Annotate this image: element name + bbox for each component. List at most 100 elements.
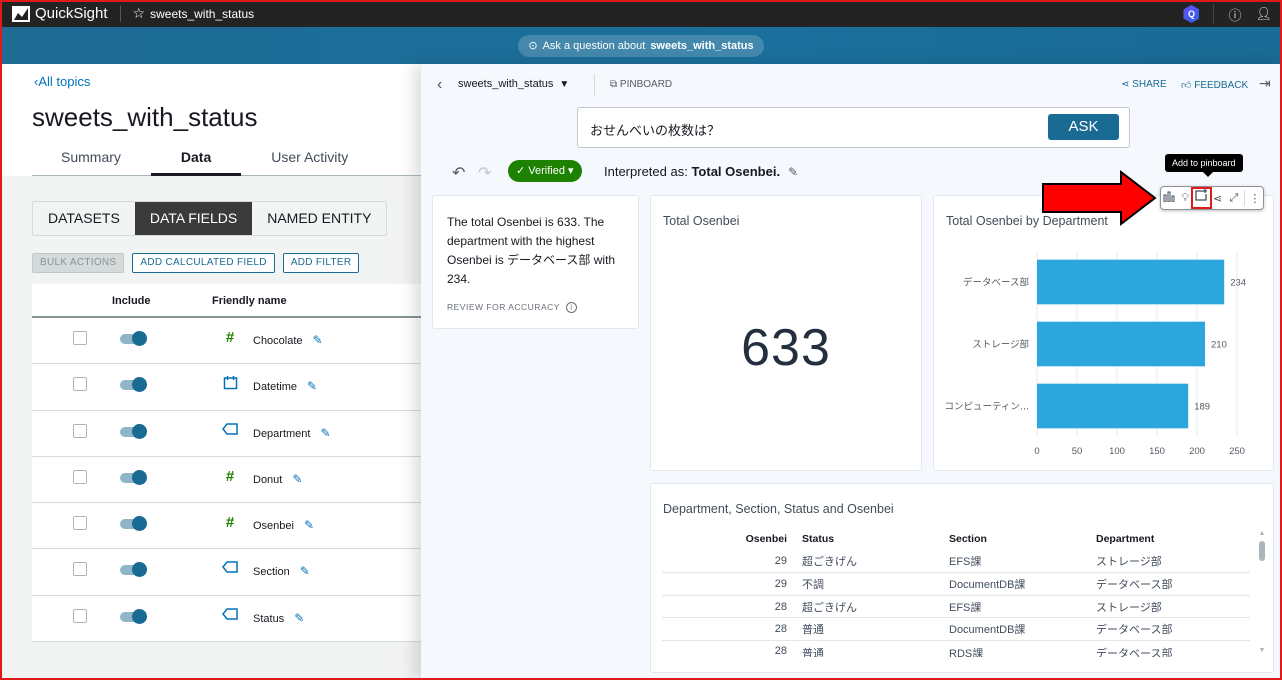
q-badge-icon[interactable]: Q [1183,5,1200,23]
question-input[interactable]: おせんべいの枚数は？ ASK [577,107,1130,148]
edit-pencil-icon[interactable]: ✎ [788,165,798,179]
add-to-pinboard-tooltip: Add to pinboard [1165,154,1243,177]
review-for-accuracy[interactable]: REVIEW FOR ACCURACY i [447,302,577,314]
add-calculated-field-button[interactable]: ADD CALCULATED FIELD [132,253,275,273]
quicksight-logo[interactable]: QuickSight [12,5,108,22]
data-label: 234 [1230,278,1246,289]
field-name: Datetime [253,381,298,394]
verified-badge[interactable]: ✓ Verified ▾ [508,160,582,182]
edit-pencil-icon[interactable]: ✎ [300,564,310,578]
table-row: Status ✎ [32,596,430,643]
row-checkbox[interactable] [73,516,87,531]
feedback-button[interactable]: 👍︎ FEEDBACK [1181,79,1248,91]
q-bar: ⊙ Ask a question about sweets_with_statu… [0,27,1282,64]
tab-data[interactable]: Data [150,146,242,176]
cell-osenbei: 29 [774,577,787,590]
edit-pencil-icon[interactable]: ✎ [307,379,317,393]
lightbulb-icon[interactable]: 💡︎ [1177,192,1193,205]
cell-status: 不調 [802,578,824,591]
add-filter-button[interactable]: ADD FILTER [282,253,360,273]
include-toggle[interactable] [120,608,147,624]
include-toggle[interactable] [120,469,147,485]
bulk-actions-button[interactable]: BULK ACTIONS [32,253,125,273]
all-topics-link[interactable]: ‹All topics [34,74,90,89]
annotation-arrow [1042,170,1157,226]
pinboard-button[interactable]: ⧉ PINBOARD [610,79,672,90]
cell-section: DocumentDB課 [949,578,1026,591]
category-label: コンピューティン... [945,402,1030,413]
edit-pencil-icon[interactable]: ✎ [294,611,304,625]
x-tick-label: 200 [1189,446,1205,457]
include-toggle[interactable] [120,377,147,393]
col-status[interactable]: Status [802,533,949,545]
user-icon[interactable]: 👤︎ [1255,6,1272,22]
dimension-tag-icon [222,560,238,578]
include-toggle[interactable] [120,516,147,532]
row-checkbox[interactable] [73,331,87,345]
expand-icon[interactable]: ⤢ [1226,192,1242,205]
col-osenbei[interactable]: Osenbei [662,533,802,545]
tab-summary[interactable]: Summary [32,146,151,176]
row-checkbox[interactable] [73,377,87,392]
table-row: Datetime ✎ [32,364,430,411]
share-button[interactable]: ⋖ SHARE [1121,79,1167,90]
col-department[interactable]: Department [1096,533,1243,545]
table-row: Department ✎ [32,411,430,457]
table-header: Include Friendly name [32,284,430,318]
row-checkbox[interactable] [73,423,87,438]
cell-department: ストレージ部 [1096,601,1162,614]
scroll-down-icon[interactable]: ▼ [1257,647,1267,654]
kpi-title: Total Osenbei [663,214,740,228]
help-icon[interactable]: ⓘ [1228,5,1241,24]
topic-selector[interactable]: sweets_with_status ▼ [458,78,569,90]
dimension-tag-icon [222,422,238,440]
star-icon[interactable]: ☆ [133,5,146,22]
field-name: Chocolate [253,335,303,347]
q-answer-panel: ‹ sweets_with_status ▼ ⧉ PINBOARD ⋖ SHARE… [421,64,1282,680]
segment-datasets[interactable]: DATASETS [33,202,135,235]
include-toggle[interactable] [120,562,147,578]
segment-data-fields[interactable]: DATA FIELDS [134,202,253,235]
more-icon[interactable]: ⋮ [1247,192,1263,205]
pinboard-icon: ⧉ [610,79,618,90]
interpreted-value: Total Osenbei. [691,164,781,179]
edit-pencil-icon[interactable]: ✎ [320,426,330,440]
bar-chart-card[interactable]: Total Osenbei by Department 0 50 100 150 200… [933,195,1274,471]
data-table-card[interactable]: Department, Section, Status and Osenbei … [650,483,1274,673]
bar-chart: 0 50 100 150 200 250 データベース部 234 ストレージ部 210 コンピューテ… [945,251,1246,457]
table-scrollbar[interactable]: ▲ ▼ [1257,530,1267,654]
cell-section: EFS課 [949,601,982,614]
scroll-thumb[interactable] [1259,541,1265,561]
summary-card: The total Osenbei is 633. The department… [432,195,639,329]
bar-chart-icon[interactable] [1161,191,1177,205]
ask-question-button[interactable]: ⊙ Ask a question about sweets_with_statu… [518,34,764,57]
page-title: sweets_with_status [32,102,258,132]
tab-user-activity[interactable]: User Activity [241,146,378,176]
row-checkbox[interactable] [73,562,87,577]
back-chevron-icon[interactable]: ‹ [437,76,442,94]
edit-pencil-icon[interactable]: ✎ [292,472,302,486]
ask-button[interactable]: ASK [1048,114,1119,140]
table-row: # Donut ✎ [32,457,430,504]
collapse-panel-icon[interactable]: ⇥ [1259,75,1271,92]
q-panel-header: ‹ sweets_with_status ▼ ⧉ PINBOARD ⋖ SHARE… [421,64,1282,104]
row-checkbox[interactable] [73,469,87,484]
edit-pencil-icon[interactable]: ✎ [304,518,314,532]
number-type-icon: # [225,467,235,485]
undo-icon[interactable]: ↶ [452,163,465,183]
scroll-up-icon[interactable]: ▲ [1257,530,1267,537]
data-segment-control: DATASETS DATA FIELDS NAMED ENTITY [32,201,388,236]
row-checkbox[interactable] [73,608,87,623]
add-to-pinboard-icon[interactable] [1191,187,1212,209]
col-section[interactable]: Section [949,533,1096,545]
redo-icon[interactable]: ↷ [478,163,491,183]
data-fields-table: Include Friendly name # Chocolate ✎ Datet… [32,284,430,643]
include-toggle[interactable] [120,331,147,346]
kpi-card[interactable]: Total Osenbei 633 [650,195,922,471]
edit-pencil-icon[interactable]: ✎ [313,333,323,347]
include-toggle[interactable] [120,423,147,439]
question-text[interactable]: おせんべいの枚数は？ [590,120,720,139]
caret-down-icon: ▼ [559,79,570,90]
share-icon[interactable]: ⋖ [1210,192,1226,205]
segment-named-entity[interactable]: NAMED ENTITY [252,202,386,235]
